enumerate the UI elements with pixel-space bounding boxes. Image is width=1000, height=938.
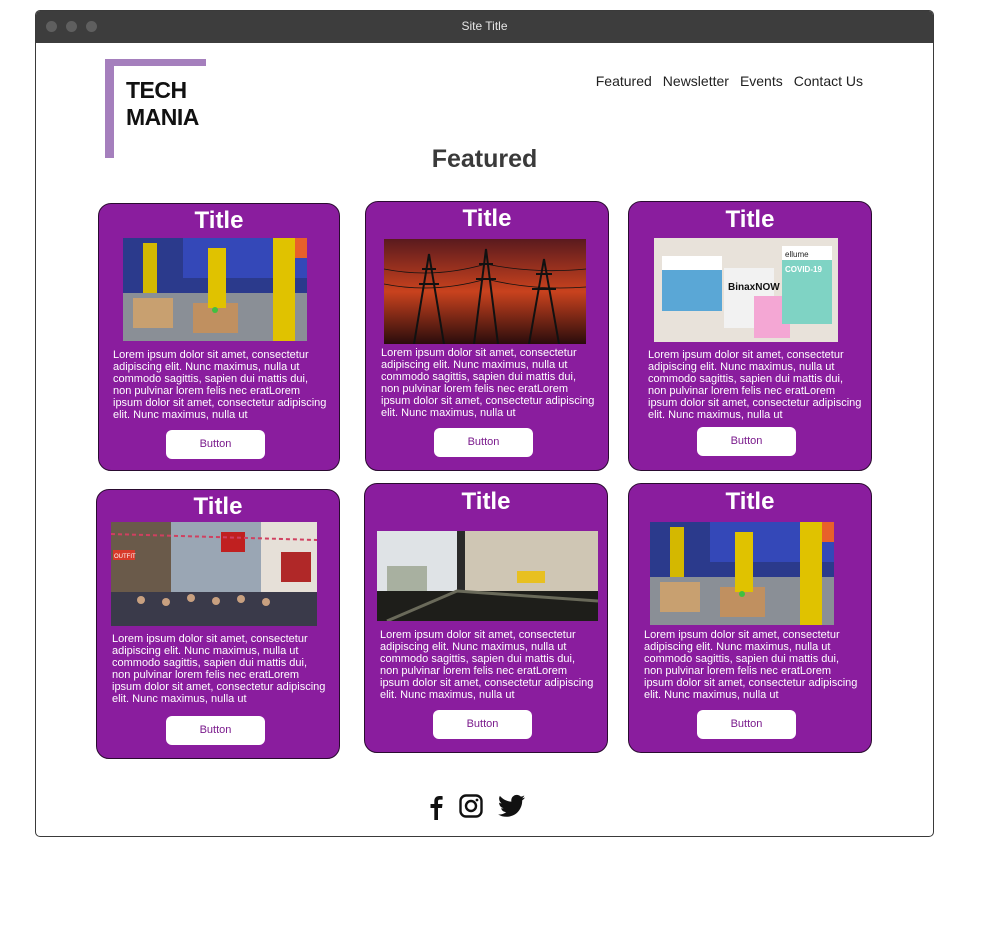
card-image-test-kits: BinaxNOW ellume COVID-19 bbox=[654, 238, 838, 342]
logo-accent-vertical bbox=[105, 59, 114, 158]
card-image-robot-arm bbox=[650, 522, 834, 625]
featured-heading: Featured bbox=[431, 145, 538, 173]
card-image-power-lines bbox=[384, 239, 586, 344]
card-button[interactable]: Button bbox=[166, 716, 265, 745]
street-sign-label: OUTFIT bbox=[114, 554, 136, 560]
feature-card: Title Lorem ipsum dolor sit amet, consec… bbox=[98, 203, 340, 471]
instagram-icon[interactable] bbox=[459, 794, 483, 820]
nav-item-events[interactable]: Events bbox=[740, 73, 783, 89]
card-button[interactable]: Button bbox=[697, 710, 796, 739]
card-description: Lorem ipsum dolor sit amet, consectetur … bbox=[644, 629, 858, 701]
card-title: Title bbox=[462, 205, 512, 232]
card-title: Title bbox=[194, 207, 244, 234]
feature-card: Title Lorem ipsum dolor sit amet, consec… bbox=[364, 483, 608, 753]
card-description: Lorem ipsum dolor sit amet, consectetur … bbox=[112, 633, 326, 705]
card-description: Lorem ipsum dolor sit amet, consectetur … bbox=[380, 629, 594, 701]
browser-window: Site Title TECH MANIA Featured Newslette… bbox=[35, 10, 934, 837]
ellume-label: ellume bbox=[785, 250, 809, 259]
card-description: Lorem ipsum dolor sit amet, consectetur … bbox=[648, 349, 862, 421]
card-image-cafe-window bbox=[377, 531, 598, 621]
feature-card: Title Lorem ipsum dolor sit amet, consec… bbox=[365, 201, 609, 471]
card-title: Title bbox=[725, 206, 775, 233]
logo-text: TECH MANIA bbox=[126, 77, 199, 131]
logo-line-2: MANIA bbox=[126, 104, 199, 130]
card-image-robot-arm bbox=[123, 238, 307, 341]
nav-item-newsletter[interactable]: Newsletter bbox=[663, 73, 729, 89]
card-button[interactable]: Button bbox=[434, 428, 533, 457]
card-description: Lorem ipsum dolor sit amet, consectetur … bbox=[381, 347, 595, 419]
covid-label: COVID-19 bbox=[785, 265, 822, 274]
card-button[interactable]: Button bbox=[433, 710, 532, 739]
card-title: Title bbox=[725, 488, 775, 515]
card-description: Lorem ipsum dolor sit amet, consectetur … bbox=[113, 349, 327, 421]
main-nav: Featured Newsletter Events Contact Us bbox=[596, 73, 863, 89]
title-bar: Site Title bbox=[36, 11, 933, 43]
card-button[interactable]: Button bbox=[697, 427, 796, 456]
test-kit-brand-label: BinaxNOW bbox=[728, 282, 780, 293]
card-button[interactable]: Button bbox=[166, 430, 265, 459]
logo-line-1: TECH bbox=[126, 77, 187, 103]
feature-card: Title BinaxNOW ellume COVID-19 Lorem ips… bbox=[628, 201, 872, 471]
card-image-busy-street: OUTFIT bbox=[111, 522, 317, 626]
logo-accent-horizontal bbox=[105, 59, 206, 66]
twitter-icon[interactable] bbox=[498, 794, 525, 820]
nav-item-featured[interactable]: Featured bbox=[596, 73, 652, 89]
card-title: Title bbox=[461, 488, 511, 515]
site-logo[interactable]: TECH MANIA bbox=[105, 59, 206, 158]
window-title: Site Title bbox=[461, 19, 508, 33]
feature-card: Title Lorem ipsum dolor sit amet, consec… bbox=[628, 483, 872, 753]
nav-item-contact-us[interactable]: Contact Us bbox=[794, 73, 863, 89]
facebook-icon[interactable] bbox=[429, 794, 443, 820]
card-title: Title bbox=[193, 493, 243, 520]
feature-card: Title OUTFIT Lorem ipsum dolor sit amet,… bbox=[96, 489, 340, 759]
